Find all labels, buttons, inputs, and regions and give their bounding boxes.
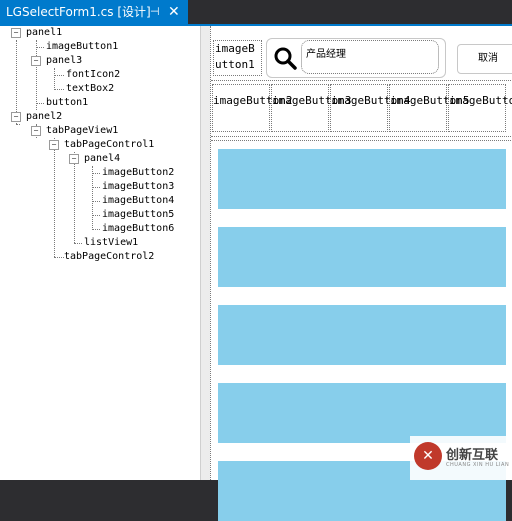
collapse-icon[interactable]: − bbox=[11, 112, 21, 122]
tree-line bbox=[54, 68, 55, 90]
tree-line bbox=[54, 75, 64, 76]
tree-item-textbox2[interactable]: textBox2 bbox=[66, 82, 114, 96]
search-icon[interactable] bbox=[272, 45, 298, 71]
tree-line bbox=[74, 243, 82, 244]
tree-item-imagebutton5[interactable]: imageButton5 bbox=[102, 208, 174, 222]
search-input[interactable]: 产品经理 bbox=[301, 40, 439, 74]
image-button-5[interactable]: imageButton5 bbox=[389, 84, 469, 132]
panel3[interactable]: 产品经理 bbox=[266, 38, 446, 78]
close-icon[interactable]: ✕ bbox=[168, 0, 180, 24]
panel2: imageButton2 imageButton3 imageButton4 i… bbox=[211, 82, 512, 521]
document-outline-tree: − − − − − − panel1 imageButton1 panel3 f… bbox=[0, 26, 201, 480]
pin-icon[interactable]: ⊣ bbox=[150, 0, 160, 24]
tree-line bbox=[92, 229, 100, 230]
image-button-2[interactable]: imageButton2 bbox=[212, 84, 292, 132]
tree-item-panel4[interactable]: panel4 bbox=[84, 152, 120, 166]
panel4: imageButton2 imageButton3 imageButton4 i… bbox=[211, 82, 512, 137]
tree-line bbox=[92, 201, 100, 202]
tree-item-panel2[interactable]: panel2 bbox=[26, 110, 62, 124]
tree-item-imagebutton6[interactable]: imageButton6 bbox=[102, 222, 174, 236]
tree-item-button1[interactable]: button1 bbox=[46, 96, 88, 110]
tree-line bbox=[16, 124, 20, 125]
watermark-subtext: CHUANG XIN HU LIAN bbox=[446, 462, 510, 468]
tree-item-listview1[interactable]: listView1 bbox=[84, 236, 138, 250]
tree-line bbox=[92, 173, 100, 174]
list-item[interactable] bbox=[218, 227, 506, 287]
tree-item-imagebutton3[interactable]: imageButton3 bbox=[102, 180, 174, 194]
collapse-icon[interactable]: − bbox=[69, 154, 79, 164]
tree-item-panel1[interactable]: panel1 bbox=[26, 26, 62, 40]
tree-line bbox=[92, 187, 100, 188]
image-button-4[interactable]: imageButton4 bbox=[330, 84, 410, 132]
collapse-icon[interactable]: − bbox=[31, 56, 41, 66]
cancel-button[interactable]: 取消 bbox=[457, 44, 512, 74]
tree-line bbox=[92, 215, 100, 216]
tree-item-tabpageview1[interactable]: tabPageView1 bbox=[46, 124, 118, 138]
image-button-1[interactable]: imageButton1 bbox=[213, 40, 262, 76]
list-item[interactable] bbox=[218, 149, 506, 209]
tree-line bbox=[36, 47, 44, 48]
tab-title: LGSelectForm1.cs [设计] bbox=[6, 5, 151, 19]
logo-icon: ✕ bbox=[414, 442, 442, 470]
list-item[interactable] bbox=[218, 305, 506, 365]
tree-line bbox=[54, 138, 55, 257]
list-item[interactable] bbox=[218, 383, 506, 443]
designer-area: − − − − − − panel1 imageButton1 panel3 f… bbox=[0, 26, 512, 521]
collapse-icon[interactable]: − bbox=[31, 126, 41, 136]
form-preview: imageButton1 产品经理 取消 imageButton2 imageB… bbox=[201, 26, 512, 521]
tree-item-fonticon2[interactable]: fontIcon2 bbox=[66, 68, 120, 82]
tree-item-imagebutton1[interactable]: imageButton1 bbox=[46, 40, 118, 54]
tree-line bbox=[36, 103, 44, 104]
watermark-text: 创新互联 bbox=[446, 448, 499, 463]
watermark-logo: ✕ 创新互联 CHUANG XIN HU LIAN bbox=[410, 436, 512, 480]
image-button-3[interactable]: imageButton3 bbox=[271, 84, 351, 132]
document-tab[interactable]: LGSelectForm1.cs [设计] ⊣ ✕ bbox=[0, 0, 188, 24]
tree-item-tabpagecontrol2[interactable]: tabPageControl2 bbox=[64, 250, 154, 264]
panel1[interactable]: imageButton1 产品经理 取消 bbox=[211, 32, 512, 81]
document-tab-bar: LGSelectForm1.cs [设计] ⊣ ✕ bbox=[0, 0, 512, 24]
tree-item-imagebutton4[interactable]: imageButton4 bbox=[102, 194, 174, 208]
tree-line bbox=[54, 89, 64, 90]
tree-item-tabpagecontrol1[interactable]: tabPageControl1 bbox=[64, 138, 154, 152]
list-view[interactable] bbox=[211, 140, 512, 521]
image-button-6[interactable]: imageButton6 bbox=[448, 84, 512, 132]
tree-line bbox=[74, 152, 75, 243]
collapse-icon[interactable]: − bbox=[49, 140, 59, 150]
tree-line bbox=[54, 257, 64, 258]
tree-line bbox=[92, 166, 93, 230]
tree-item-imagebutton2[interactable]: imageButton2 bbox=[102, 166, 174, 180]
tree-line bbox=[36, 40, 37, 110]
form-surface: imageButton1 产品经理 取消 imageButton2 imageB… bbox=[210, 26, 512, 521]
tree-item-panel3[interactable]: panel3 bbox=[46, 54, 82, 68]
collapse-icon[interactable]: − bbox=[11, 28, 21, 38]
